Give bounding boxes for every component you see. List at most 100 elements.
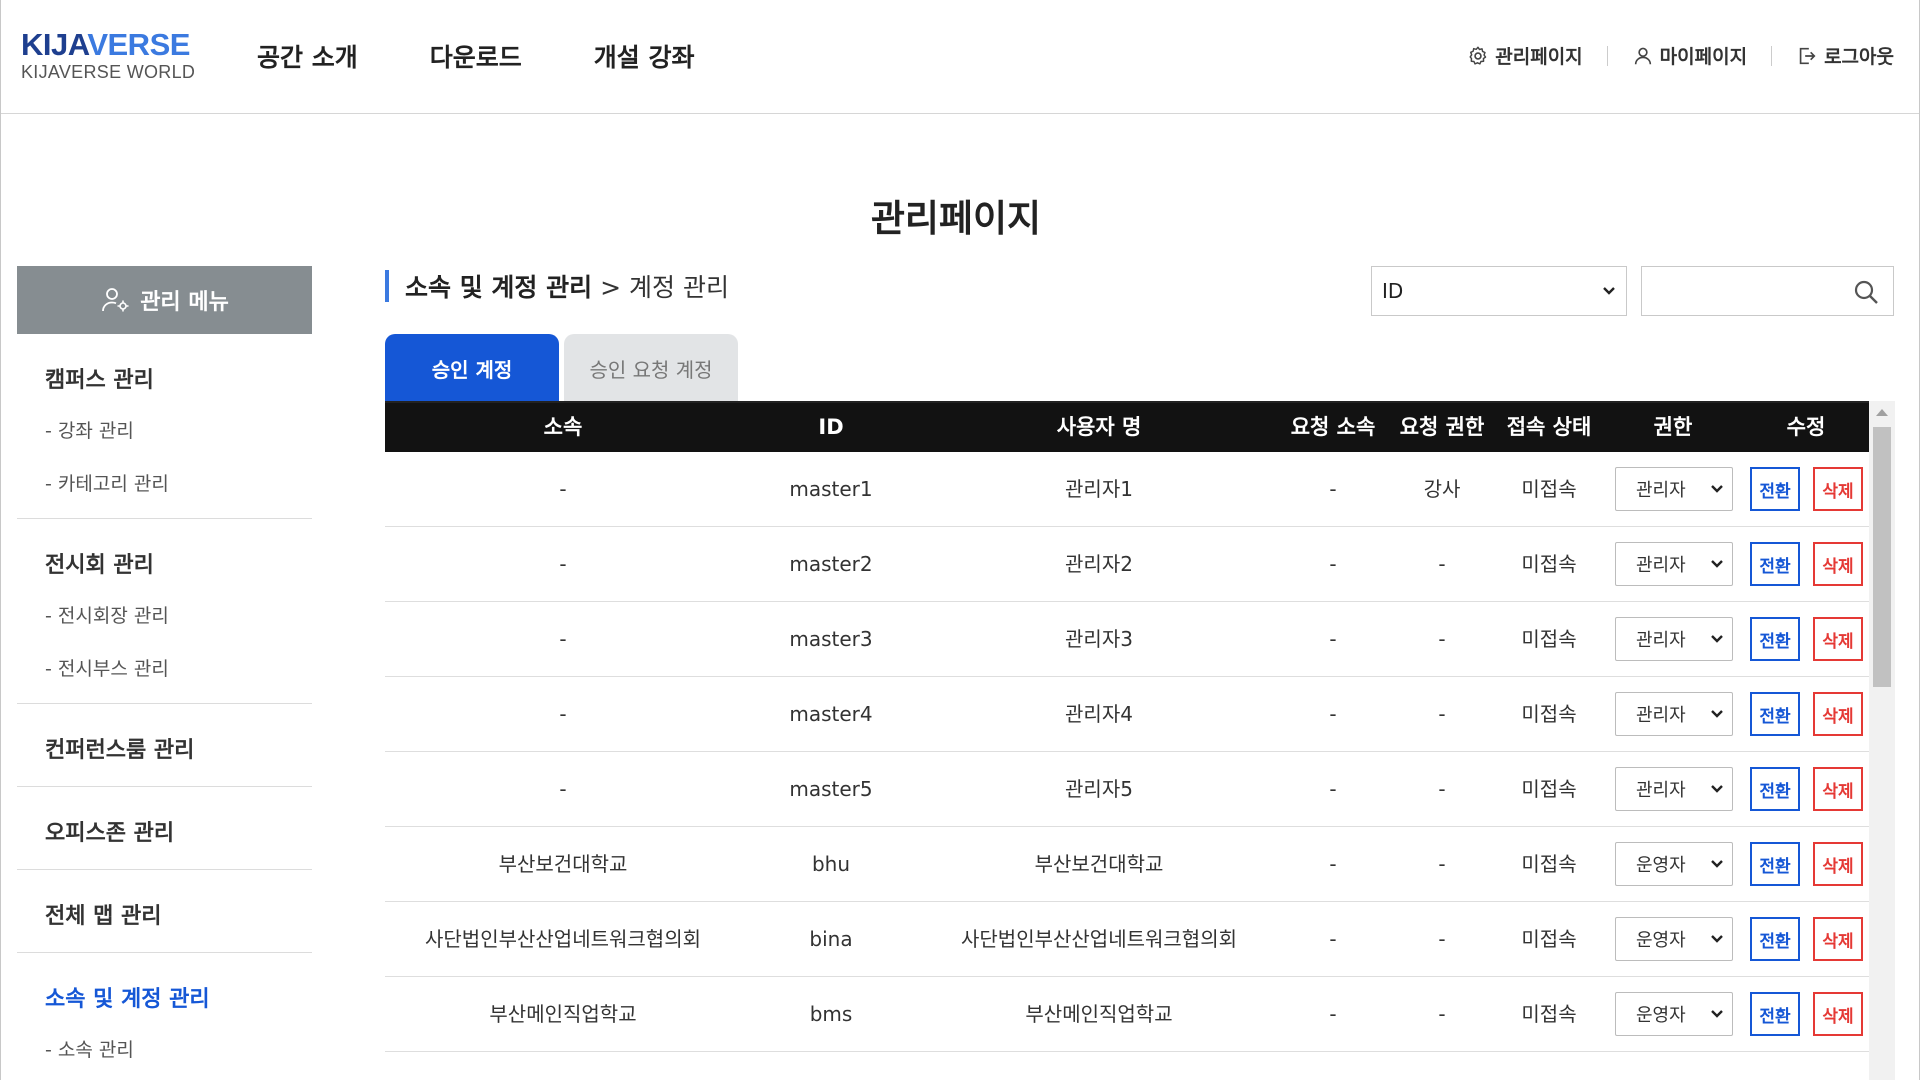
sidebar-item-exhibition-hall[interactable]: - 전시회장 관리 [45,601,312,628]
delete-button[interactable]: 삭제 [1813,692,1863,736]
sidebar-item-course[interactable]: - 강좌 관리 [45,416,312,443]
utility-nav: 관리페이지 마이페이지 로그아웃 [1467,42,1894,69]
switch-button[interactable]: 전환 [1750,992,1800,1036]
cell-req-role: 강사 [1423,477,1461,501]
chevron-down-icon [1711,710,1723,718]
logo[interactable]: KIJAVERSE KIJAVERSE WORLD [21,27,195,83]
cell-org: - [559,702,567,726]
util-divider [1606,45,1608,66]
logo-text-a: KIJA [21,27,88,62]
switch-button[interactable]: 전환 [1750,542,1800,586]
sidebar-item-conference[interactable]: 컨퍼런스룸 관리 [45,732,312,764]
table-row: - master2 관리자2 - - 미접속 관리자 전환 삭제 [385,527,1869,602]
sidebar-item-map[interactable]: 전체 맵 관리 [45,898,312,930]
table-header: 소속 ID 사용자 명 요청 소속 요청 권한 접속 상태 권한 수정 [385,401,1869,452]
chevron-down-icon [1711,635,1723,643]
cell-org: 사단법인부산산업네트워크협의회 [425,927,701,951]
admin-page-link[interactable]: 관리페이지 [1467,42,1583,69]
sidebar: 관리 메뉴 캠퍼스 관리 - 강좌 관리 - 카테고리 관리 전시회 관리 - … [17,266,312,1080]
cell-name: 관리자2 [1065,552,1133,576]
cell-req-org: - [1329,552,1337,576]
role-value: 관리자 [1636,480,1686,501]
cell-req-role: - [1438,777,1446,801]
delete-button[interactable]: 삭제 [1813,767,1863,811]
cell-id: bms [809,1002,853,1026]
cell-status: 미접속 [1521,852,1577,876]
logout-link[interactable]: 로그아웃 [1796,42,1894,69]
search-icon[interactable] [1853,279,1879,305]
sidebar-item-org[interactable]: - 소속 관리 [45,1035,312,1062]
tab-approved-accounts[interactable]: 승인 계정 [385,334,559,402]
util-divider [1771,45,1773,66]
delete-button[interactable]: 삭제 [1813,992,1863,1036]
cell-req-role: - [1438,627,1446,651]
table-row: 사단법인부산산업네트워크협의회 bina 사단법인부산산업네트워크협의회 - - 미접속 운… [385,902,1869,977]
delete-button[interactable]: 삭제 [1813,617,1863,661]
cell-id: master4 [789,702,873,726]
search-input[interactable] [1642,267,1842,315]
nav-space-intro[interactable]: 공간 소개 [257,38,358,74]
delete-button[interactable]: 삭제 [1813,842,1863,886]
cell-name: 사단법인부산산업네트워크협의회 [961,927,1237,951]
chevron-down-icon [1711,935,1723,943]
role-select[interactable]: 관리자 [1615,542,1733,586]
sidebar-item-category[interactable]: - 카테고리 관리 [45,469,312,496]
sidebar-section-map: 전체 맵 관리 [17,870,312,953]
delete-button[interactable]: 삭제 [1813,542,1863,586]
cell-req-org: - [1329,477,1337,501]
switch-button[interactable]: 전환 [1750,842,1800,886]
role-select[interactable]: 관리자 [1615,767,1733,811]
sidebar-item-account[interactable]: 소속 및 계정 관리 [45,981,312,1013]
switch-button[interactable]: 전환 [1750,617,1800,661]
mypage-label: 마이페이지 [1659,46,1748,68]
mypage-link[interactable]: 마이페이지 [1632,42,1747,69]
cell-name: 관리자3 [1065,627,1133,651]
sidebar-title: 관리 메뉴 [140,290,229,315]
switch-button[interactable]: 전환 [1750,767,1800,811]
sidebar-section-campus: 캠퍼스 관리 - 강좌 관리 - 카테고리 관리 [17,334,312,519]
role-select[interactable]: 운영자 [1615,917,1733,961]
sidebar-item-exhibition-booth[interactable]: - 전시부스 관리 [45,654,312,681]
cell-id: master5 [789,777,873,801]
role-select[interactable]: 운영자 [1615,842,1733,886]
sidebar-item-office[interactable]: 오피스존 관리 [45,815,312,847]
table-row: 부산메인직업학교 bms 부산메인직업학교 - - 미접속 운영자 전환 삭제 [385,977,1869,1052]
search-box [1641,266,1894,316]
cell-req-org: - [1329,1002,1337,1026]
switch-button[interactable]: 전환 [1750,467,1800,511]
search-field-select[interactable]: ID [1371,266,1627,316]
delete-button[interactable]: 삭제 [1813,917,1863,961]
scroll-thumb[interactable] [1873,427,1891,687]
breadcrumb-section: 소속 및 계정 관리 [405,273,593,302]
cell-status: 미접속 [1521,702,1577,726]
role-select[interactable]: 관리자 [1615,692,1733,736]
tab-pending-accounts[interactable]: 승인 요청 계정 [564,334,738,402]
nav-download[interactable]: 다운로드 [430,38,522,74]
scroll-up-icon[interactable] [1876,409,1888,416]
breadcrumb-page: > 계정 관리 [600,273,729,302]
chevron-down-icon [1603,287,1615,295]
logout-label: 로그아웃 [1824,46,1894,68]
role-value: 관리자 [1636,555,1686,576]
switch-button[interactable]: 전환 [1750,692,1800,736]
table-scrollbar[interactable] [1869,401,1895,1080]
col-id: ID [818,415,844,439]
cell-id: master2 [789,552,873,576]
role-select[interactable]: 관리자 [1615,617,1733,661]
switch-button[interactable]: 전환 [1750,917,1800,961]
col-org: 소속 [543,415,583,439]
cell-id: bhu [811,852,851,876]
nav-courses[interactable]: 개설 강좌 [594,38,695,74]
role-select[interactable]: 관리자 [1615,467,1733,511]
cell-name: 관리자1 [1065,477,1133,501]
chevron-down-icon [1711,785,1723,793]
user-settings-icon [102,288,129,312]
accounts-table: 소속 ID 사용자 명 요청 소속 요청 권한 접속 상태 권한 수정 - mas… [385,401,1895,1080]
sidebar-item-exhibition[interactable]: 전시회 관리 [45,547,312,579]
admin-page-label: 관리페이지 [1495,46,1583,68]
cell-status: 미접속 [1521,777,1577,801]
role-select[interactable]: 운영자 [1615,992,1733,1036]
sidebar-item-campus[interactable]: 캠퍼스 관리 [45,362,312,394]
role-value: 관리자 [1636,630,1686,651]
delete-button[interactable]: 삭제 [1813,467,1863,511]
